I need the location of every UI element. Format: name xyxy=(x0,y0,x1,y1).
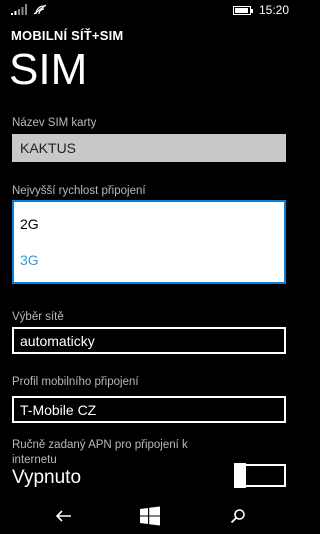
sim-name-label: Název SIM karty xyxy=(12,117,97,129)
back-button[interactable] xyxy=(44,504,84,528)
mobile-profile-label: Profil mobilního připojení xyxy=(12,376,139,388)
windows-start-icon xyxy=(140,506,160,526)
mobile-profile-select[interactable]: T-Mobile CZ xyxy=(12,396,286,423)
manual-apn-label: Ručně zadaný APN pro připojení k interne… xyxy=(12,439,188,466)
clock-time: 15:20 xyxy=(258,3,289,17)
max-speed-dropdown[interactable]: 2G 3G xyxy=(12,200,286,284)
network-selection-select[interactable]: automaticky xyxy=(12,327,286,354)
speed-option-2g[interactable]: 2G xyxy=(20,216,39,232)
search-icon xyxy=(230,509,245,524)
mobile-profile-value: T-Mobile CZ xyxy=(20,401,97,418)
speed-option-3g[interactable]: 3G xyxy=(20,252,39,268)
manual-apn-toggle[interactable] xyxy=(234,463,286,488)
start-button[interactable] xyxy=(130,504,170,528)
app-title: MOBILNÍ SÍŤ+SIM xyxy=(11,28,124,43)
max-speed-label: Nejvyšší rychlost připojení xyxy=(12,185,146,197)
wifi-icon xyxy=(33,4,47,15)
signal-icon xyxy=(11,4,27,15)
sim-name-value: KAKTUS xyxy=(20,140,77,156)
nav-bar xyxy=(0,498,300,534)
toggle-knob[interactable] xyxy=(234,463,246,488)
battery-icon xyxy=(232,5,253,15)
status-bar: 15:20 xyxy=(0,0,300,20)
network-selection-value: automaticky xyxy=(20,332,95,349)
back-arrow-icon xyxy=(56,510,71,522)
sim-name-field[interactable]: KAKTUS xyxy=(12,134,286,162)
manual-apn-state: Vypnuto xyxy=(12,467,82,488)
network-selection-label: Výběr sítě xyxy=(12,311,64,323)
page-title: SIM xyxy=(9,45,88,94)
search-button[interactable] xyxy=(218,504,258,528)
